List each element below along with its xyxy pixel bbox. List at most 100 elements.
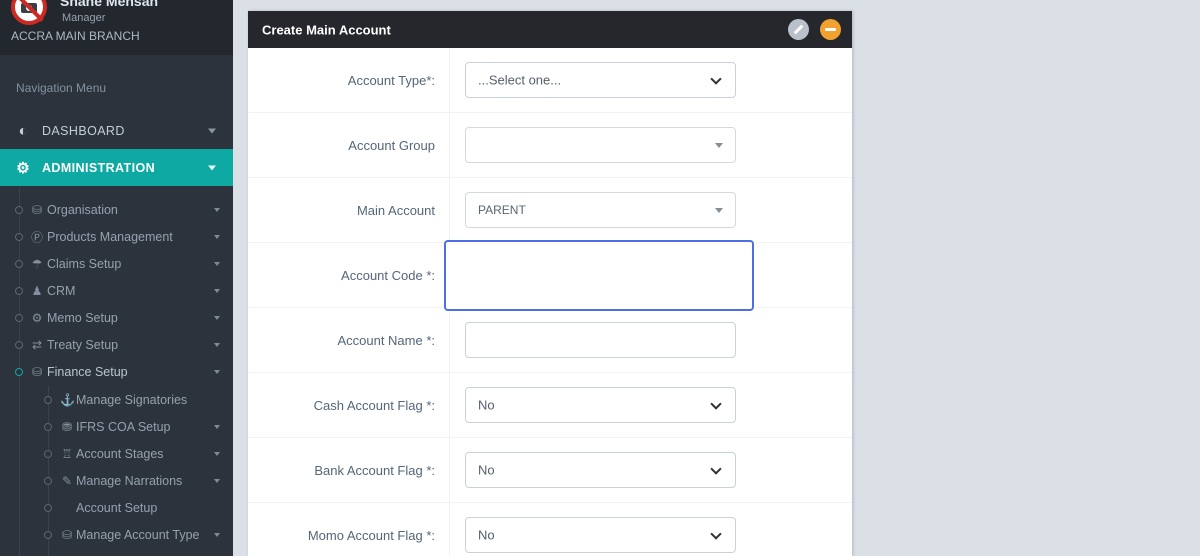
main-account-select[interactable]: PARENT: [465, 192, 736, 228]
sidebar-item-label: Manage Narrations: [76, 473, 183, 488]
sidebar-item-label: Manage Account Type: [76, 527, 200, 542]
avatar no-camera-icon: [11, 0, 47, 25]
sidebar-item-dashboard[interactable]: ◐ DASHBOARD: [0, 112, 233, 149]
chevron-down-icon: [214, 369, 220, 374]
form-row-bank-account-flag: Bank Account Flag *: No: [248, 438, 852, 503]
bullet-icon: [44, 449, 52, 458]
chevron-down-icon: [214, 424, 220, 429]
sidebar-item-products-management[interactable]: Ⓟ Products Management: [0, 223, 233, 250]
sidebar-item-treaty-setup[interactable]: ⇄ Treaty Setup: [0, 331, 233, 358]
sidebar-item-label: Finance Setup: [47, 364, 128, 379]
main-account-label: Main Account: [248, 178, 450, 242]
selected-value: No: [478, 462, 495, 478]
selected-value: No: [478, 527, 495, 543]
select-chevron-icon: [710, 73, 722, 85]
bullet-icon: [15, 205, 23, 214]
account-name-field: [450, 308, 852, 372]
sidebar-item-account-setup[interactable]: Account Setup: [0, 494, 233, 521]
select-chevron-icon: [710, 398, 722, 410]
account-group-select[interactable]: [465, 127, 736, 163]
sidebar-item-label: ADMINISTRATION: [42, 160, 155, 175]
momo-account-flag-select[interactable]: No: [465, 517, 736, 553]
user-branch: ACCRA MAIN BRANCH: [11, 29, 140, 43]
organisation-icon: ⛁: [31, 202, 43, 217]
panel-title: Create Main Account: [262, 22, 391, 37]
account-code-label: Account Code *:: [248, 243, 450, 307]
account-name-input[interactable]: [465, 322, 736, 358]
anchor-icon: ⚓: [60, 392, 75, 407]
stages-icon: ♖: [61, 446, 73, 461]
bank-account-flag-field: No: [450, 438, 852, 502]
sidebar-item-manage-account-type[interactable]: ⛁ Manage Account Type: [0, 521, 233, 548]
account-type-select[interactable]: ...Select one...: [465, 62, 736, 98]
sidebar-item-label: Manage Signatories: [76, 392, 188, 407]
finance-icon: ⛁: [31, 364, 43, 379]
chevron-down-icon: [208, 165, 216, 170]
create-main-account-form: Account Type*: ...Select one... Account Gr…: [248, 48, 852, 556]
bullet-icon: [15, 313, 23, 322]
sidebar-item-ifrs-coa-setup[interactable]: ⛃ IFRS COA Setup: [0, 413, 233, 440]
sidebar-item-memo-setup[interactable]: ⚙ Memo Setup: [0, 304, 233, 331]
bank-account-flag-select[interactable]: No: [465, 452, 736, 488]
selected-value: No: [478, 397, 495, 413]
panel-header: Create Main Account: [248, 11, 852, 48]
sidebar: Shane Mensah Manager ACCRA MAIN BRANCH N…: [0, 0, 233, 556]
sidebar-item-claims-setup[interactable]: ☂ Claims Setup: [0, 250, 233, 277]
account-type-label: Account Type*:: [248, 48, 450, 112]
pencil-icon: [793, 24, 804, 35]
sidebar-item-manage-signatories[interactable]: ⚓ Manage Signatories: [0, 386, 233, 413]
bullet-icon: [44, 503, 52, 512]
chevron-down-icon: [214, 315, 220, 320]
momo-account-flag-label: Momo Account Flag *:: [248, 503, 450, 556]
sidebar-item-label: Organisation: [47, 202, 118, 217]
main-account-field: PARENT: [450, 178, 852, 242]
bullet-icon: [15, 259, 23, 268]
account-group-field: [450, 113, 852, 177]
sidebar-item-label: Account Stages: [76, 446, 164, 461]
bullet-icon: [15, 340, 23, 349]
sidebar-item-crm[interactable]: ♟ CRM: [0, 277, 233, 304]
sidebar-item-label: Memo Setup: [47, 310, 118, 325]
form-row-account-type: Account Type*: ...Select one...: [248, 48, 852, 113]
user-role: Manager: [62, 12, 106, 24]
form-row-account-name: Account Name *:: [248, 308, 852, 373]
bullet-icon: [44, 476, 52, 485]
sidebar-item-label: CRM: [47, 283, 76, 298]
sidebar-item-administration[interactable]: ⚙ ADMINISTRATION: [0, 149, 233, 186]
sidebar-item-label: Products Management: [47, 229, 173, 244]
form-row-momo-account-flag: Momo Account Flag *: No: [248, 503, 852, 556]
claims-icon: ☂: [31, 256, 43, 271]
database-icon: ⛃: [61, 419, 73, 434]
navigation-menu-label: Navigation Menu: [16, 81, 107, 95]
account-code-input[interactable]: [444, 239, 754, 311]
products-icon: Ⓟ: [30, 230, 43, 244]
bullet-icon: [15, 286, 23, 295]
account-code-field: [444, 239, 852, 311]
edit-panel-button[interactable]: [788, 19, 809, 40]
bullet-icon: [15, 367, 23, 376]
create-main-account-panel: Create Main Account Account Type*: ...Sel…: [248, 11, 852, 556]
sidebar-item-organisation[interactable]: ⛁ Organisation: [0, 196, 233, 223]
sidebar-item-manage-narrations[interactable]: ✎ Manage Narrations: [0, 467, 233, 494]
momo-account-flag-field: No: [450, 503, 852, 556]
sidebar-item-label: Claims Setup: [47, 256, 122, 271]
collapse-panel-button[interactable]: [820, 19, 841, 40]
user-panel: Shane Mensah Manager ACCRA MAIN BRANCH: [0, 0, 233, 55]
chevron-down-icon: [214, 532, 220, 537]
pencil-square-icon: ✎: [61, 473, 73, 488]
select-chevron-icon: [710, 528, 722, 540]
account-type-icon: ⛁: [61, 527, 73, 542]
bullet-icon: [44, 530, 52, 539]
form-row-account-group: Account Group: [248, 113, 852, 178]
sidebar-item-label: Treaty Setup: [47, 337, 119, 352]
sidebar-item-account-stages[interactable]: ♖ Account Stages: [0, 440, 233, 467]
chevron-down-icon: [214, 478, 220, 483]
account-type-field: ...Select one...: [450, 48, 852, 112]
sidebar-item-finance-setup[interactable]: ⛁ Finance Setup: [0, 358, 233, 385]
select-chevron-icon: [710, 463, 722, 475]
bullet-icon: [44, 422, 52, 431]
chevron-down-icon: [214, 207, 220, 212]
chevron-down-icon: [214, 451, 220, 456]
chevron-down-icon: [214, 342, 220, 347]
cash-account-flag-select[interactable]: No: [465, 387, 736, 423]
